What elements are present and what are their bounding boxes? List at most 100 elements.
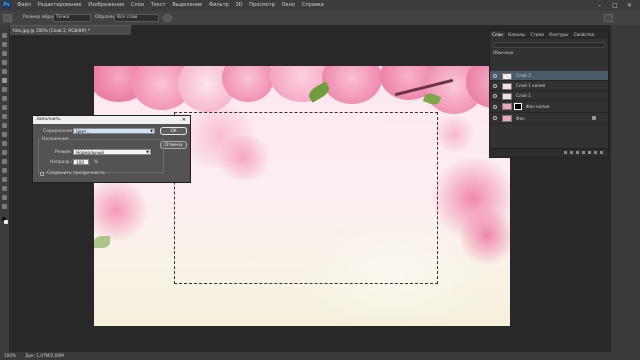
content-value: Цвет...	[76, 129, 91, 134]
hand-tool-icon[interactable]	[2, 195, 7, 200]
fx-icon[interactable]	[570, 151, 573, 154]
tab-properties[interactable]: Свойства	[572, 31, 596, 39]
status-bar: 100% Док: 1,07M/2,00M	[0, 352, 640, 360]
menu-image[interactable]: Изображение	[88, 0, 124, 11]
type-tool-icon[interactable]	[2, 168, 7, 173]
layer-name: Слой 2	[516, 73, 531, 78]
menu-help[interactable]: Справка	[302, 0, 324, 11]
trash-icon[interactable]	[600, 151, 603, 154]
blend-mode-label[interactable]: Обычные	[493, 50, 513, 56]
cancel-button[interactable]: Отмена	[160, 141, 187, 149]
sample-size-select[interactable]: Точка	[53, 14, 91, 22]
photoshop-logo-icon: Ps	[2, 1, 11, 9]
opacity-label: Непрозр.:	[50, 160, 73, 165]
history-brush-tool-icon[interactable]	[2, 114, 7, 119]
flower-cluster	[460, 206, 510, 266]
layers-panel: Слои Каналы Стили Контуры Свойства Обычн…	[489, 30, 609, 158]
close-icon[interactable]: ✕	[182, 116, 186, 124]
menu-window[interactable]: Окно	[282, 0, 295, 11]
mode-select[interactable]: Нормальный ▼	[73, 149, 151, 155]
eraser-tool-icon[interactable]	[2, 123, 7, 128]
zoom-tool-icon[interactable]	[2, 204, 7, 209]
pen-tool-icon[interactable]	[2, 159, 7, 164]
menu-view[interactable]: Просмотр	[249, 0, 275, 11]
marquee-tool-icon[interactable]	[2, 42, 7, 47]
tab-styles[interactable]: Стили	[528, 31, 545, 39]
fill-dialog: Заполнить ✕ Содержание: Цвет... ▼ OK Отм…	[32, 115, 191, 183]
adjustment-layer-icon[interactable]	[582, 151, 585, 154]
marquee-selection[interactable]	[174, 112, 438, 284]
layers-panel-tabs: Слои Каналы Стили Контуры Свойства	[490, 31, 608, 39]
layer-row-fon[interactable]: Фон	[490, 113, 608, 124]
document-info: Док: 1,07M/2,00M	[25, 353, 64, 358]
mode-label: Режим:	[55, 150, 72, 155]
zoom-level[interactable]: 100%	[4, 353, 16, 358]
link-layers-icon[interactable]	[564, 151, 567, 154]
tab-layers[interactable]: Слои	[490, 31, 505, 39]
opacity-input[interactable]: 100	[73, 159, 89, 165]
layer-thumbnail	[502, 73, 512, 80]
layer-name: Фон	[516, 116, 525, 121]
dialog-title: Заполнить	[33, 116, 190, 124]
healing-brush-tool-icon[interactable]	[2, 87, 7, 92]
move-tool-icon[interactable]	[2, 33, 7, 38]
menu-file[interactable]: Файл	[17, 0, 31, 11]
brush-tool-icon[interactable]	[2, 96, 7, 101]
layer-row-sloy-2[interactable]: Слой 2	[490, 71, 608, 81]
dodge-tool-icon[interactable]	[2, 150, 7, 155]
sample-layers-select[interactable]: Все слои	[114, 14, 159, 22]
tab-paths[interactable]: Контуры	[547, 31, 570, 39]
quick-select-tool-icon[interactable]	[2, 60, 7, 65]
menu-select[interactable]: Выделение	[172, 0, 202, 11]
crop-tool-icon[interactable]	[2, 69, 7, 74]
group-icon[interactable]	[588, 151, 591, 154]
layer-mask-thumbnail[interactable]	[514, 103, 522, 110]
menu-type[interactable]: Текст	[151, 0, 166, 11]
visibility-eye-icon[interactable]	[493, 74, 497, 78]
image-canvas[interactable]	[94, 66, 510, 326]
add-mask-icon[interactable]	[576, 151, 579, 154]
visibility-eye-icon[interactable]	[493, 94, 497, 98]
ok-button[interactable]: OK	[160, 127, 187, 135]
layer-row-fon-kopiya[interactable]: Фон копия	[490, 101, 608, 113]
layer-row-sloy-1[interactable]: Слой 1	[490, 91, 608, 101]
visibility-eye-icon[interactable]	[493, 84, 497, 88]
content-select[interactable]: Цвет... ▼	[73, 128, 155, 134]
layer-name: Фон копия	[526, 104, 550, 109]
tools-panel	[0, 25, 10, 360]
menu-edit[interactable]: Редактирование	[38, 0, 82, 11]
eyedropper-icon[interactable]	[3, 14, 12, 22]
layer-row-sloy-1-kopiya[interactable]: Слой 1 копия	[490, 81, 608, 91]
workspace-icon[interactable]	[604, 14, 613, 22]
new-layer-icon[interactable]	[594, 151, 597, 154]
flower-cluster	[434, 116, 474, 152]
layer-thumbnail	[502, 93, 512, 100]
close-icon[interactable]: ✕	[627, 0, 632, 11]
sampling-ring-icon[interactable]	[163, 14, 172, 22]
menu-layers[interactable]: Слои	[131, 0, 144, 11]
maximize-icon[interactable]: □	[612, 0, 618, 11]
path-select-tool-icon[interactable]	[2, 177, 7, 182]
clone-stamp-tool-icon[interactable]	[2, 105, 7, 110]
lasso-tool-icon[interactable]	[2, 51, 7, 56]
shape-tool-icon[interactable]	[2, 186, 7, 191]
flower-cluster	[94, 178, 148, 242]
preserve-transparency-checkbox[interactable]	[40, 172, 44, 176]
background-color-swatch[interactable]	[4, 220, 8, 224]
document-tab[interactable]: foto.jpg @ 100% (Слой 2, RGB/8#) *	[10, 25, 131, 35]
minimize-icon[interactable]: –	[598, 0, 601, 11]
tab-channels[interactable]: Каналы	[506, 31, 527, 39]
visibility-eye-icon[interactable]	[493, 116, 497, 120]
menu-filter[interactable]: Фильтр	[209, 0, 229, 11]
options-bar: Размер образца: Точка Образец: Все слои	[0, 11, 640, 26]
lock-icon	[592, 116, 596, 120]
layer-name: Слой 1 копия	[516, 83, 546, 88]
gradient-tool-icon[interactable]	[2, 132, 7, 137]
layer-filter-bar[interactable]	[493, 42, 605, 48]
layers-panel-footer	[490, 148, 608, 157]
eyedropper-tool-icon[interactable]	[2, 78, 7, 83]
visibility-eye-icon[interactable]	[493, 105, 497, 109]
menu-3d[interactable]: 3D	[235, 0, 242, 11]
leaf	[94, 236, 110, 248]
blur-tool-icon[interactable]	[2, 141, 7, 146]
